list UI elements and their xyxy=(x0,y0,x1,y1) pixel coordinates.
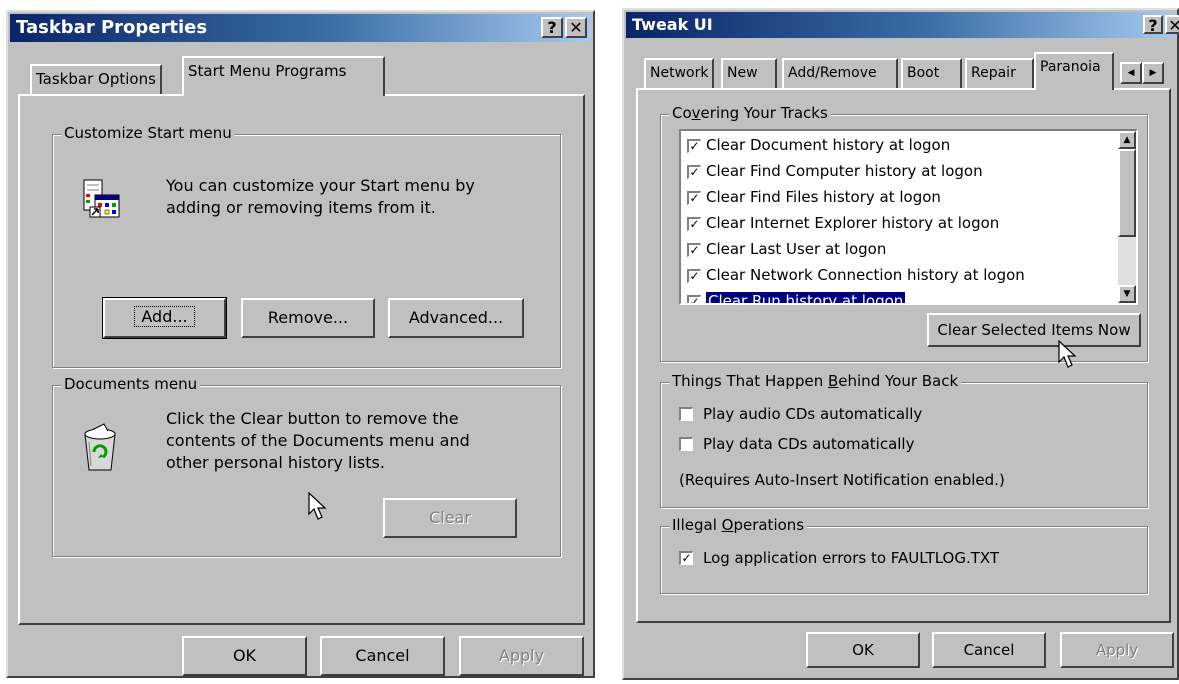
checkbox[interactable]: ✓ xyxy=(687,242,701,257)
tab-scroll-right-button[interactable]: ▶ xyxy=(1142,62,1164,84)
remove-button[interactable]: Remove... xyxy=(241,298,375,338)
tracks-listbox[interactable]: ✓ Clear Document history at logon ✓ Clear … xyxy=(679,129,1138,305)
scroll-down-button[interactable]: ▼ xyxy=(1118,285,1136,303)
list-item[interactable]: ✓ Clear Find Computer history at logon xyxy=(687,159,983,183)
ok-button[interactable]: OK xyxy=(182,636,307,676)
recycle-bin-icon xyxy=(84,423,116,471)
checkbox[interactable]: ✓ xyxy=(687,216,701,231)
help-button[interactable]: ? xyxy=(1143,15,1163,34)
scroll-thumb[interactable] xyxy=(1118,149,1136,237)
list-item[interactable]: ✓ Clear Internet Explorer history at logo… xyxy=(687,211,999,235)
start-menu-icon xyxy=(83,179,120,218)
clear-button[interactable]: Clear xyxy=(383,498,517,538)
behind-your-back-group: Things That Happen Behind Your Back Play… xyxy=(660,372,1148,508)
window-title: Taskbar Properties xyxy=(16,17,208,38)
tab-start-menu-programs[interactable]: Start Menu Programs xyxy=(182,56,385,96)
tab-taskbar-options[interactable]: Taskbar Options xyxy=(30,64,162,94)
illegal-operations-group: Illegal Operations ✓ Log application err… xyxy=(660,516,1148,594)
tab-scroll-left-button[interactable]: ◀ xyxy=(1120,62,1142,84)
customize-start-menu-group: Customize Start menu You can customize y… xyxy=(52,124,561,368)
group-legend: Illegal Operations xyxy=(669,516,808,534)
list-item[interactable]: ✓ Clear Document history at logon xyxy=(687,133,950,157)
help-button[interactable]: ? xyxy=(541,17,563,38)
tab-network[interactable]: Network xyxy=(644,58,715,88)
log-errors-label: Log application errors to FAULTLOG.TXT xyxy=(703,549,1000,567)
mouse-cursor-icon xyxy=(308,492,327,520)
checkbox[interactable]: ✓ xyxy=(687,190,701,205)
auto-insert-note: (Requires Auto-Insert Notification enabl… xyxy=(679,471,1005,489)
clear-selected-items-now-button[interactable]: Clear Selected Items Now xyxy=(927,313,1141,347)
customize-description: You can customize your Start menu by add… xyxy=(166,176,475,217)
window-title: Tweak UI xyxy=(632,15,713,34)
tab-boot[interactable]: Boot xyxy=(901,58,962,88)
list-item[interactable]: ✓ Clear Network Connection history at log… xyxy=(687,263,1025,287)
checkbox[interactable]: ✓ xyxy=(687,294,701,303)
list-item[interactable]: ✓ Clear Find Files history at logon xyxy=(687,185,941,209)
add-label: Add... xyxy=(134,306,195,327)
tweak-ui-window: Tweak UI ? ✕ Network New Add/Remove Boot… xyxy=(622,8,1179,680)
checkbox[interactable]: ✓ xyxy=(687,268,701,283)
taskbar-properties-window: Taskbar Properties ? ✕ Taskbar Options S… xyxy=(6,10,595,678)
tab-paranoia[interactable]: Paranoia xyxy=(1034,52,1114,90)
tab-new[interactable]: New xyxy=(721,58,777,88)
mouse-cursor-icon xyxy=(1058,340,1077,368)
add-button[interactable]: Add... xyxy=(102,297,227,339)
clear-label: Clear xyxy=(429,508,471,527)
group-legend: Things That Happen Behind Your Back xyxy=(669,372,962,390)
advanced-button[interactable]: Advanced... xyxy=(388,298,524,338)
play-audio-cds-checkbox[interactable] xyxy=(679,407,693,421)
checkbox[interactable]: ✓ xyxy=(687,164,701,179)
group-legend: Covering Your Tracks xyxy=(669,104,831,122)
checkbox[interactable]: ✓ xyxy=(687,138,701,153)
close-button[interactable]: ✕ xyxy=(1165,15,1179,34)
tab-repair[interactable]: Repair xyxy=(965,58,1034,88)
tab-panel: Covering Your Tracks ✓ Clear Document his… xyxy=(636,88,1171,623)
documents-menu-group: Documents menu Click the Clear button to… xyxy=(52,375,561,557)
close-button[interactable]: ✕ xyxy=(565,17,587,38)
play-audio-cds-label: Play audio CDs automatically xyxy=(703,405,923,423)
tab-panel: Customize Start menu You can customize y… xyxy=(18,94,585,625)
play-data-cds-label: Play data CDs automatically xyxy=(703,435,915,453)
play-data-cds-checkbox[interactable] xyxy=(679,437,693,451)
apply-button[interactable]: Apply xyxy=(1060,632,1174,668)
cancel-button[interactable]: Cancel xyxy=(320,636,445,676)
covering-your-tracks-group: Covering Your Tracks ✓ Clear Document his… xyxy=(660,104,1148,362)
listbox-scrollbar[interactable]: ▲ ▼ xyxy=(1118,131,1136,303)
selected-item-label: Clear Run history at logon xyxy=(706,292,906,303)
group-legend: Customize Start menu xyxy=(61,124,235,142)
group-legend: Documents menu xyxy=(61,375,201,393)
title-bar[interactable]: Taskbar Properties ? ✕ xyxy=(10,14,591,42)
apply-button[interactable]: Apply xyxy=(459,636,584,676)
list-item[interactable]: ✓ Clear Run history at logon xyxy=(687,289,906,303)
title-bar[interactable]: Tweak UI ? ✕ xyxy=(626,12,1179,38)
scroll-up-button[interactable]: ▲ xyxy=(1118,131,1136,149)
list-item[interactable]: ✓ Clear Last User at logon xyxy=(687,237,886,261)
documents-description: Click the Clear button to remove the con… xyxy=(166,409,470,472)
tab-add-remove[interactable]: Add/Remove xyxy=(782,58,898,88)
log-errors-checkbox[interactable]: ✓ xyxy=(679,551,693,565)
cancel-button[interactable]: Cancel xyxy=(932,632,1046,668)
ok-button[interactable]: OK xyxy=(806,632,920,668)
